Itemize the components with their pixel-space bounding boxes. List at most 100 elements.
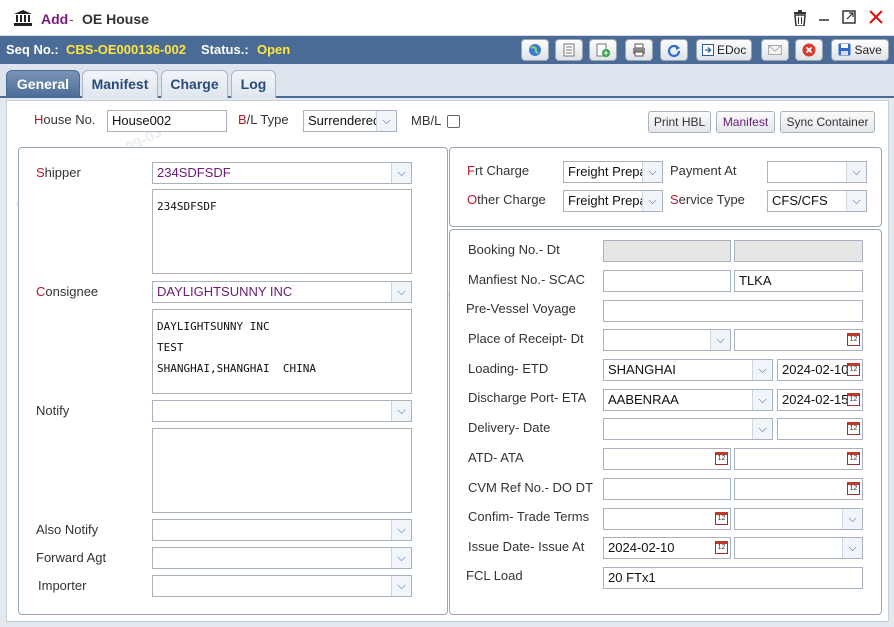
print-hbl-button[interactable]: Print HBL bbox=[648, 111, 711, 133]
status-value: Open bbox=[257, 42, 291, 57]
delivery-select[interactable]: ⌵ bbox=[603, 418, 773, 440]
chevron-down-icon: ⌵ bbox=[752, 360, 772, 380]
chevron-down-icon: ⌵ bbox=[391, 576, 411, 596]
mail-button[interactable] bbox=[761, 39, 789, 61]
issue-date-input[interactable]: 2024-02-10 12 bbox=[603, 537, 731, 559]
delivery-date-input[interactable]: 12 bbox=[777, 418, 863, 440]
manifest-no-input[interactable] bbox=[603, 270, 731, 292]
save-button[interactable]: Save bbox=[831, 39, 889, 61]
add-document-button[interactable] bbox=[589, 39, 617, 61]
payment-at-label: Payment At bbox=[670, 163, 737, 178]
bl-type-select[interactable]: Surrendered ⌵ bbox=[303, 110, 397, 132]
booking-dt-input[interactable] bbox=[734, 240, 863, 262]
chevron-down-icon: ⌵ bbox=[752, 419, 772, 439]
etd-input[interactable]: 2024-02-10 12 bbox=[777, 359, 863, 381]
document-button[interactable] bbox=[555, 39, 583, 61]
importer-select[interactable]: ⌵ bbox=[152, 575, 412, 597]
eta-input[interactable]: 2024-02-15 12 bbox=[777, 389, 863, 411]
tab-log[interactable]: Log bbox=[231, 70, 276, 98]
booking-label: Booking No.- Dt bbox=[468, 242, 560, 257]
importer-label: Importer bbox=[38, 578, 87, 593]
calendar-icon[interactable]: 12 bbox=[847, 482, 860, 495]
calendar-icon[interactable]: 12 bbox=[847, 363, 860, 376]
also-notify-label: Also Notify bbox=[36, 522, 99, 537]
calendar-icon[interactable]: 12 bbox=[715, 512, 728, 525]
close-icon[interactable] bbox=[867, 10, 885, 28]
maximize-icon[interactable] bbox=[840, 10, 858, 28]
mbl-label: MB/L bbox=[411, 113, 442, 128]
globe-button[interactable] bbox=[521, 39, 549, 61]
minimize-icon[interactable] bbox=[815, 10, 833, 28]
shipper-address[interactable]: 234SDFSDF bbox=[152, 189, 412, 274]
notify-address[interactable] bbox=[152, 428, 412, 513]
tab-general[interactable]: General bbox=[6, 70, 80, 98]
trade-terms-select[interactable]: ⌵ bbox=[734, 508, 863, 530]
other-charge-select[interactable]: Freight Prepa ⌵ bbox=[563, 190, 663, 212]
sync-container-button[interactable]: Sync Container bbox=[780, 111, 875, 133]
chevron-down-icon: ⌵ bbox=[752, 390, 772, 410]
receipt-place-select[interactable]: ⌵ bbox=[603, 329, 731, 351]
frt-charge-select[interactable]: Freight Prepa ⌵ bbox=[563, 161, 663, 183]
cancel-icon bbox=[802, 43, 816, 57]
cancel-button[interactable] bbox=[795, 39, 823, 61]
forward-agt-select[interactable]: ⌵ bbox=[152, 547, 412, 569]
general-form: CBS.Admin 2024-09-03 TLKA.CBS.Admin 2024… bbox=[6, 100, 889, 622]
charge-panel bbox=[449, 147, 882, 227]
discharge-port-select[interactable]: AABENRAA ⌵ bbox=[603, 389, 773, 411]
cvm-input[interactable] bbox=[603, 478, 731, 500]
manifest-button[interactable]: Manifest bbox=[716, 111, 775, 133]
consignee-label: Consignee bbox=[36, 284, 99, 299]
calendar-icon[interactable]: 12 bbox=[847, 333, 860, 346]
chevron-down-icon: ⌵ bbox=[842, 538, 862, 558]
fcl-load-input[interactable]: 20 FTx1 bbox=[603, 567, 863, 589]
calendar-icon[interactable]: 12 bbox=[847, 422, 860, 435]
receipt-label: Place of Receipt- Dt bbox=[468, 331, 584, 346]
confirm-input[interactable]: 12 bbox=[603, 508, 731, 530]
edoc-button[interactable]: EDoc bbox=[696, 39, 752, 61]
mbl-checkbox[interactable] bbox=[447, 115, 460, 128]
trash-icon[interactable] bbox=[791, 10, 809, 28]
atd-input[interactable]: 12 bbox=[603, 448, 731, 470]
calendar-icon[interactable]: 12 bbox=[847, 393, 860, 406]
also-notify-select[interactable]: ⌵ bbox=[152, 519, 412, 541]
loading-port-select[interactable]: SHANGHAI ⌵ bbox=[603, 359, 773, 381]
mail-icon bbox=[768, 45, 782, 55]
do-dt-input[interactable]: 12 bbox=[734, 478, 863, 500]
title-mode: Add bbox=[41, 11, 69, 27]
booking-no-input[interactable] bbox=[603, 240, 731, 262]
receipt-dt-input[interactable]: 12 bbox=[734, 329, 863, 351]
refresh-icon bbox=[667, 44, 681, 58]
forward-agt-label: Forward Agt bbox=[36, 550, 107, 565]
pre-vessel-input[interactable] bbox=[603, 300, 863, 322]
shipper-select[interactable]: 234SDFSDF ⌵ bbox=[152, 162, 412, 184]
chevron-down-icon: ⌵ bbox=[846, 162, 866, 182]
house-no-input[interactable]: House002 bbox=[107, 110, 227, 132]
pre-vessel-label: Pre-Vessel Voyage bbox=[466, 301, 576, 316]
tab-manifest[interactable]: Manifest bbox=[82, 70, 158, 98]
payment-at-select[interactable]: ⌵ bbox=[767, 161, 867, 183]
delivery-label: Delivery- Date bbox=[468, 420, 551, 435]
consignee-address[interactable]: DAYLIGHTSUNNY INC TEST SHANGHAI,SHANGHAI… bbox=[152, 309, 412, 394]
refresh-button[interactable] bbox=[660, 39, 688, 61]
consignee-select[interactable]: DAYLIGHTSUNNY INC ⌵ bbox=[152, 281, 412, 303]
calendar-icon[interactable]: 12 bbox=[847, 452, 860, 465]
print-button[interactable] bbox=[625, 39, 653, 61]
issue-at-select[interactable]: ⌵ bbox=[734, 537, 863, 559]
add-document-icon bbox=[596, 43, 610, 57]
calendar-icon[interactable]: 12 bbox=[715, 452, 728, 465]
tab-bar: General Manifest Charge Log bbox=[0, 64, 894, 98]
shipper-label: Shipper bbox=[36, 165, 81, 180]
service-type-label: Service Type bbox=[670, 192, 745, 207]
notify-select[interactable]: ⌵ bbox=[152, 400, 412, 422]
service-type-select[interactable]: CFS/CFS ⌵ bbox=[767, 190, 867, 212]
bl-type-value: Surrendered bbox=[308, 113, 381, 128]
status-bar: Seq No.: CBS-OE000136-002 Status.: Open … bbox=[0, 36, 894, 64]
issue-label: Issue Date- Issue At bbox=[468, 539, 585, 554]
chevron-down-icon: ⌵ bbox=[391, 401, 411, 421]
calendar-icon[interactable]: 12 bbox=[715, 541, 728, 554]
save-label: Save bbox=[854, 43, 882, 57]
ata-input[interactable]: 12 bbox=[734, 448, 863, 470]
tab-charge[interactable]: Charge bbox=[161, 70, 228, 98]
fcl-load-label: FCL Load bbox=[466, 568, 523, 583]
scac-input[interactable]: TLKA bbox=[734, 270, 863, 292]
